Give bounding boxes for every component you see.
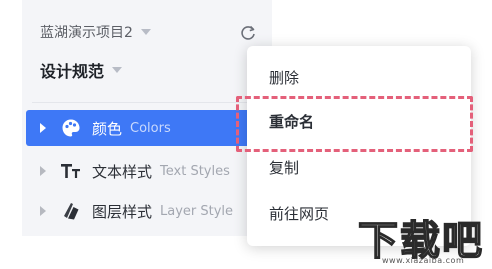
menu-item-delete[interactable]: 删除 [247, 54, 471, 100]
project-name: 蓝湖演示项目2 [40, 25, 133, 41]
menu-item-rename[interactable]: 重命名 [247, 98, 471, 144]
sidebar-item-sublabel: Text Styles [160, 163, 230, 179]
sidebar-item-label: 颜色 [92, 119, 123, 138]
layer-style-icon [60, 200, 82, 222]
sidebar-item-label: 图层样式 [92, 202, 153, 221]
page-name: 设计规范 [40, 62, 105, 81]
expand-arrow-icon[interactable] [40, 166, 46, 176]
sidebar-item-sublabel: Layer Style [160, 203, 234, 219]
watermark-url: www.xiazaiba.com [382, 256, 465, 265]
refresh-icon[interactable] [239, 24, 257, 42]
menu-item-copy[interactable]: 复制 [247, 144, 471, 190]
chevron-down-icon [112, 67, 123, 73]
sidebar: 蓝湖演示项目2 设计规范 颜色 Colors 文本样式 Text Styles … [22, 0, 272, 236]
sidebar-item-sublabel: Colors [130, 120, 171, 136]
menu-item-label: 重命名 [269, 112, 315, 131]
menu-item-label: 前往网页 [269, 204, 330, 223]
sidebar-item-layer-style[interactable]: 图层样式 Layer Style [26, 193, 272, 229]
text-style-icon [60, 160, 82, 182]
page-selector[interactable]: 设计规范 [40, 58, 123, 82]
canvas: 蓝湖演示项目2 设计规范 颜色 Colors 文本样式 Text Styles … [0, 0, 492, 269]
chevron-down-icon [140, 29, 151, 35]
sidebar-item-label: 文本样式 [92, 162, 153, 181]
sidebar-item-text-styles[interactable]: 文本样式 Text Styles [26, 153, 272, 189]
expand-arrow-icon[interactable] [40, 123, 46, 133]
project-selector[interactable]: 蓝湖演示项目2 [40, 22, 151, 42]
menu-item-label: 删除 [269, 68, 300, 87]
palette-icon [60, 117, 82, 139]
expand-arrow-icon[interactable] [40, 206, 46, 216]
sidebar-item-colors[interactable]: 颜色 Colors [26, 110, 272, 146]
watermark: 下载吧 www.xiazaiba.com [357, 208, 488, 266]
menu-item-label: 复制 [269, 158, 300, 177]
divider [32, 102, 262, 103]
